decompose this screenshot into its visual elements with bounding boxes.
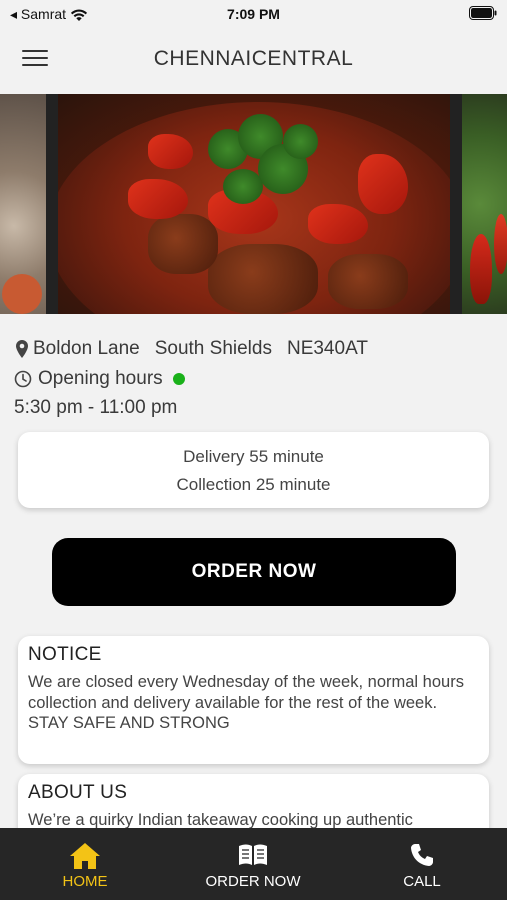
bottom-tab-bar: HOME ORDER NOW CALL (0, 828, 507, 900)
carousel-slide-previous[interactable] (0, 94, 46, 314)
carousel-slide-current[interactable] (58, 94, 450, 314)
collection-time-text: Collection 25 minute (176, 475, 331, 494)
status-bar: ◂ Samrat 7:09 PM (0, 0, 507, 28)
order-now-button[interactable]: ORDER NOW (52, 538, 456, 606)
location-pin-icon (16, 340, 28, 358)
phone-icon (411, 844, 433, 866)
tab-order-label: ORDER NOW (205, 873, 301, 890)
battery-icon (469, 6, 497, 23)
clock-icon (14, 370, 32, 388)
notice-title: NOTICE (28, 644, 102, 665)
opening-hours-row: Opening hours (14, 368, 185, 390)
app-header: CHENNAICENTRAL (0, 28, 507, 92)
address-street: Boldon Lane (33, 338, 140, 359)
tab-call[interactable]: CALL (362, 828, 482, 900)
about-title: ABOUT US (28, 782, 128, 803)
carousel-slide-next[interactable] (462, 94, 507, 314)
delivery-time-text: Delivery 55 minute (183, 447, 324, 466)
opening-hours-time: 5:30 pm - 11:00 pm (14, 397, 178, 418)
address-town: South Shields (154, 338, 272, 359)
tab-order-now[interactable]: ORDER NOW (193, 828, 313, 900)
address-row: Boldon Lane South Shields NE340AT (16, 338, 378, 360)
open-status-dot (172, 373, 185, 385)
menu-book-icon (239, 844, 267, 865)
address-postcode: NE340AT (286, 338, 368, 359)
tab-home[interactable]: HOME (25, 828, 145, 900)
notice-card: NOTICE We are closed every Wednesday of … (18, 636, 489, 764)
app-title: CHENNAICENTRAL (153, 47, 354, 70)
opening-hours-label: Opening hours (38, 368, 163, 389)
food-image-carousel[interactable] (0, 94, 507, 314)
notice-body: We are closed every Wednesday of the wee… (28, 672, 479, 734)
delivery-times-card: Delivery 55 minute Collection 25 minute (18, 432, 489, 508)
tab-home-label: HOME (62, 873, 108, 890)
notice-text: We are closed every Wednesday of the wee… (28, 673, 464, 712)
tab-call-label: CALL (403, 873, 441, 890)
notice-footer: STAY SAFE AND STRONG (28, 714, 230, 732)
home-icon (70, 843, 100, 869)
status-time: 7:09 PM (227, 6, 280, 22)
